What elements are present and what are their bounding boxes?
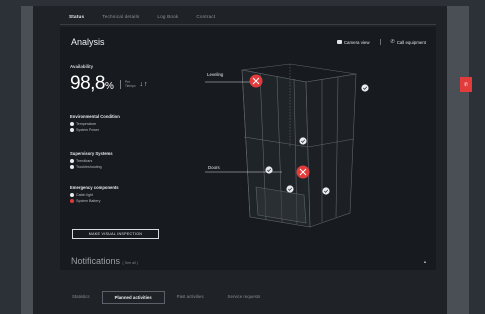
doors-alert-icon[interactable] bbox=[296, 165, 310, 179]
analysis-panel: Analysis Camera view ✆ Call equipment Av… bbox=[60, 27, 436, 270]
notifications-title: Notifications bbox=[71, 256, 121, 266]
nav-divider bbox=[60, 24, 436, 25]
bottom-tabs: Statistics Planned activities Past activ… bbox=[60, 291, 272, 304]
check-icon[interactable] bbox=[299, 137, 307, 145]
check-icon[interactable] bbox=[286, 185, 294, 193]
see-all-link[interactable]: ( See all ) bbox=[123, 261, 138, 265]
leveling-callout-label: Leveling bbox=[207, 72, 224, 77]
check-icon[interactable] bbox=[265, 166, 273, 174]
tab-past-activities[interactable]: Past activities bbox=[165, 291, 216, 304]
leveling-alert-icon[interactable] bbox=[249, 74, 263, 88]
check-icon[interactable] bbox=[322, 187, 330, 195]
tab-service-requests[interactable]: Service requests bbox=[216, 291, 273, 304]
phone-icon: ✆ bbox=[463, 81, 469, 88]
elevator-3d-model bbox=[205, 63, 369, 228]
notifications-header: Notifications ( See all ) bbox=[71, 256, 138, 266]
side-call-button[interactable]: ✆ bbox=[460, 77, 472, 92]
chevron-up-icon[interactable]: ▲ bbox=[423, 259, 427, 264]
tab-statistics[interactable]: Statistics bbox=[60, 291, 102, 304]
check-icon[interactable] bbox=[361, 84, 369, 92]
doors-callout-label: Doors bbox=[208, 165, 220, 170]
tab-planned-activities[interactable]: Planned activities bbox=[101, 291, 165, 304]
